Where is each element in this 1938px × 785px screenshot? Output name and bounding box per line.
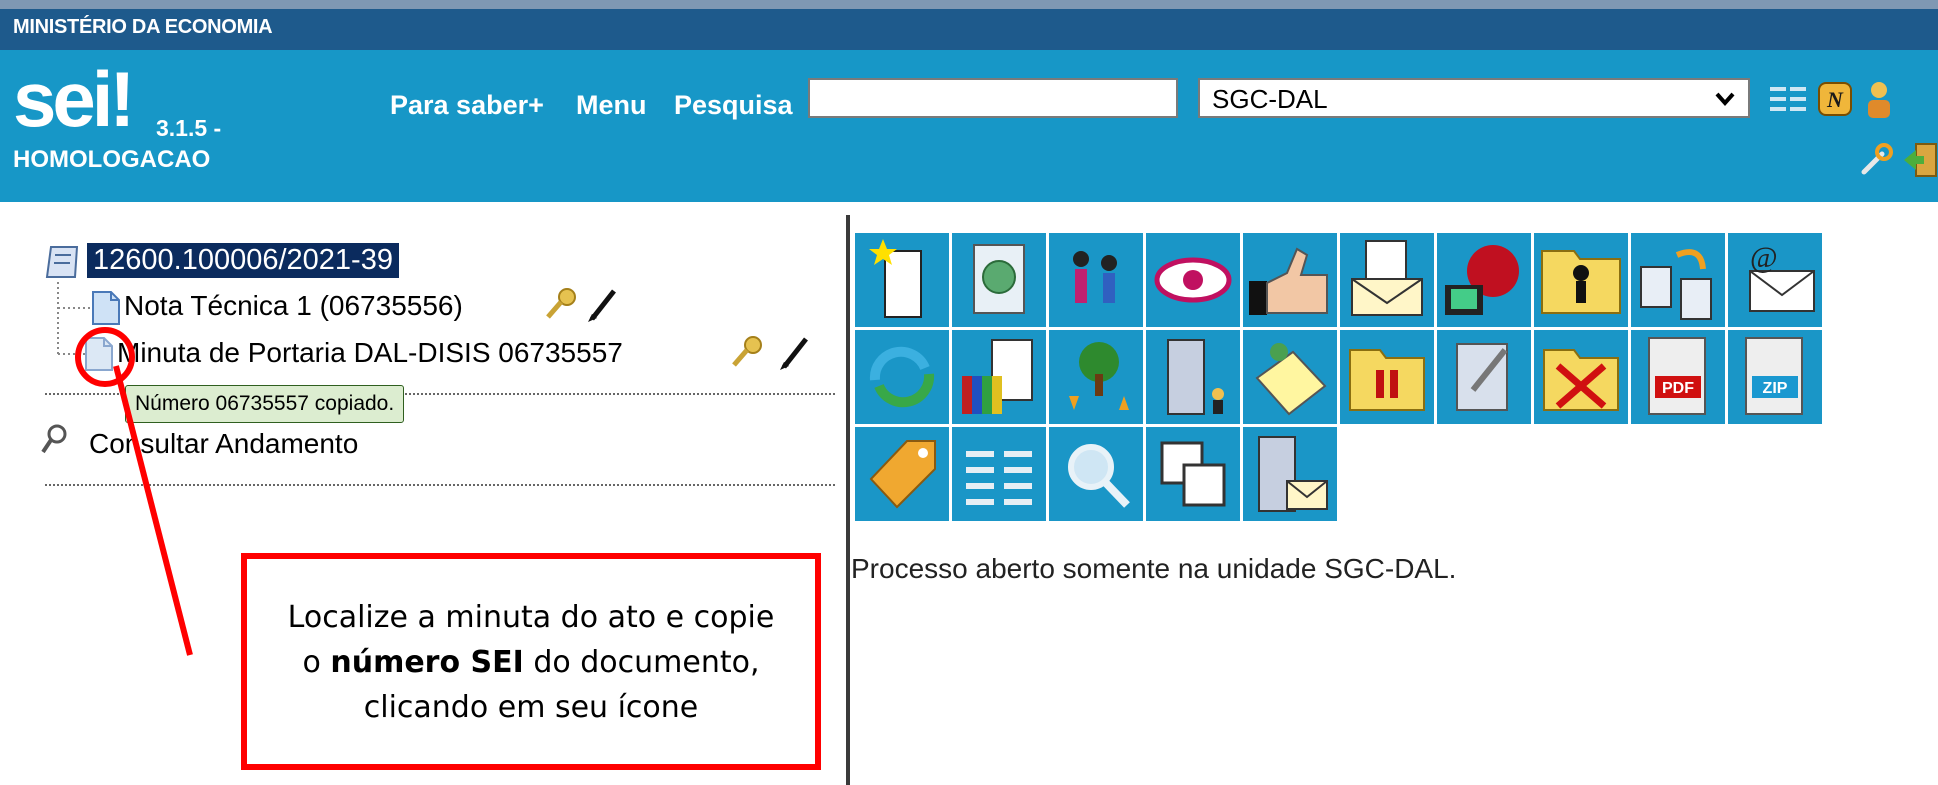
pane-divider[interactable] — [846, 215, 850, 785]
send-email-icon — [1351, 240, 1423, 316]
assign-user-icon — [1541, 250, 1621, 314]
zip-icon: ZIP — [1745, 337, 1803, 415]
start-related-process-button[interactable] — [952, 233, 1046, 327]
list-icon[interactable] — [1768, 84, 1808, 114]
annotation-line2-suffix: do documento, — [523, 645, 760, 680]
sign-icon — [1456, 343, 1508, 411]
key-icon[interactable] — [544, 287, 578, 323]
unit-select-value: SGC-DAL — [1212, 84, 1328, 114]
notification-n-icon[interactable]: N — [1818, 82, 1852, 116]
notes-button[interactable] — [1243, 330, 1337, 424]
relate-button[interactable] — [1146, 427, 1240, 521]
approve-button[interactable] — [1243, 233, 1337, 327]
version-label: 3.1.5 - — [156, 115, 222, 141]
email-button[interactable]: @ — [1728, 233, 1822, 327]
svg-text:N: N — [1826, 87, 1844, 112]
building-user-button[interactable] — [1146, 330, 1240, 424]
building-mail-icon — [1258, 436, 1328, 512]
ministry-label: MINISTÉRIO DA ECONOMIA — [13, 16, 273, 38]
annotation-callout: Localize a minuta do ato e copie o númer… — [241, 553, 821, 770]
process-number[interactable]: 12600.100006/2021-39 — [87, 243, 399, 278]
send-email-button[interactable] — [1340, 233, 1434, 327]
search-button[interactable] — [1049, 427, 1143, 521]
ministry-bar — [0, 9, 1938, 50]
process-icon[interactable] — [43, 243, 83, 281]
building-user-icon — [1167, 339, 1224, 415]
copy-document-icon — [1640, 249, 1712, 320]
relate-icon — [1160, 441, 1226, 507]
annotation-pointer — [113, 365, 193, 656]
new-document-button[interactable] — [855, 233, 949, 327]
new-document-icon — [869, 239, 922, 318]
wrench-icon[interactable] — [1858, 142, 1894, 178]
view-button[interactable] — [1146, 233, 1240, 327]
sei-logo[interactable]: sei! — [13, 60, 135, 138]
annotation-line2-prefix: o — [302, 645, 331, 680]
refresh-button[interactable] — [855, 330, 949, 424]
sync-icon — [1445, 245, 1519, 315]
nav-pesquisa[interactable]: Pesquisa — [674, 90, 793, 121]
refresh-icon — [869, 346, 935, 408]
email-icon: @ — [1749, 241, 1815, 312]
approve-icon — [1249, 247, 1328, 315]
tag-icon — [869, 440, 936, 509]
document-icon[interactable] — [91, 290, 121, 326]
annotation-line2-bold: número SEI — [330, 645, 524, 680]
building-mail-button[interactable] — [1243, 427, 1337, 521]
svg-text:@: @ — [1750, 241, 1778, 274]
suspend-button[interactable] — [1340, 330, 1434, 424]
search-icon — [1068, 444, 1130, 508]
svg-text:PDF: PDF — [1662, 380, 1694, 397]
move-process-icon — [1069, 342, 1129, 410]
cancel-icon — [1543, 349, 1619, 411]
zip-button[interactable]: ZIP — [1728, 330, 1822, 424]
list-icon — [966, 451, 1032, 505]
pdf-icon: PDF — [1648, 337, 1706, 415]
copy-document-button[interactable] — [1631, 233, 1725, 327]
magnifier-icon[interactable] — [40, 423, 68, 455]
tag-button[interactable] — [855, 427, 949, 521]
view-icon — [1154, 257, 1232, 303]
pdf-button[interactable]: PDF — [1631, 330, 1725, 424]
pen-icon[interactable] — [778, 335, 810, 371]
environment-label: HOMOLOGACAO — [13, 146, 211, 173]
chevron-down-icon — [1715, 92, 1735, 107]
annotation-line3: clicando em seu ícone — [363, 690, 699, 725]
document-nota-tecnica[interactable]: Nota Técnica 1 (06735556) — [124, 290, 463, 322]
send-process-icon — [1073, 251, 1117, 303]
nav-para-saber[interactable]: Para saber+ — [390, 90, 544, 121]
attach-books-icon — [962, 339, 1033, 414]
unit-select[interactable]: SGC-DAL — [1198, 78, 1750, 118]
sign-button[interactable] — [1437, 330, 1531, 424]
move-process-button[interactable] — [1049, 330, 1143, 424]
suspend-icon — [1349, 349, 1425, 411]
key-icon[interactable] — [730, 335, 764, 371]
notes-icon — [1255, 343, 1327, 416]
top-strip — [0, 0, 1938, 9]
start-related-process-icon — [973, 244, 1025, 314]
sync-button[interactable] — [1437, 233, 1531, 327]
search-input[interactable] — [808, 78, 1178, 118]
send-process-button[interactable] — [1049, 233, 1143, 327]
nav-menu[interactable]: Menu — [576, 90, 647, 121]
attach-books-button[interactable] — [952, 330, 1046, 424]
cancel-button[interactable] — [1534, 330, 1628, 424]
process-status-text: Processo aberto somente na unidade SGC-D… — [851, 553, 1457, 584]
pen-icon[interactable] — [586, 287, 618, 323]
assign-user-button[interactable] — [1534, 233, 1628, 327]
list-view-button[interactable] — [952, 427, 1046, 521]
user-icon[interactable] — [1864, 80, 1894, 120]
annotation-line1: Localize a minuta do ato e copie — [287, 600, 775, 635]
header-bar — [0, 50, 1938, 202]
svg-text:ZIP: ZIP — [1763, 380, 1788, 397]
exit-icon[interactable] — [1902, 140, 1938, 180]
